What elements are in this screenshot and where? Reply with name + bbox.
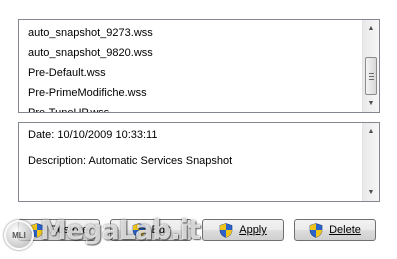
snapshot-list-items: auto_snapshot_9273.wss auto_snapshot_982…: [19, 20, 362, 112]
snapshot-date: Date: 10/10/2009 10:33:11: [28, 129, 158, 141]
apply-button-label: Apply: [239, 224, 267, 236]
edit-button-label: Edit: [151, 224, 171, 236]
snapshot-list[interactable]: auto_snapshot_9273.wss auto_snapshot_982…: [18, 19, 380, 113]
thumb-grip-line: [369, 79, 374, 80]
snapshot-description: Description: Automatic Services Snapshot: [28, 155, 233, 167]
details-vertical-scrollbar[interactable]: ▲ ▼: [362, 123, 379, 201]
restore-button-label: Restore: [49, 224, 89, 236]
thumb-grip-line: [369, 73, 374, 74]
edit-button[interactable]: Edit: [110, 219, 192, 241]
restore-button[interactable]: Restore: [18, 219, 100, 241]
snapshot-details[interactable]: Date: 10/10/2009 10:33:11 Description: A…: [18, 122, 380, 202]
list-vertical-scrollbar[interactable]: ▲ ▼: [362, 20, 379, 112]
scroll-up-arrow-icon[interactable]: ▲: [363, 123, 379, 140]
list-item[interactable]: Pre-TuneUP.wss: [19, 103, 362, 112]
uac-shield-icon: [309, 222, 323, 238]
list-item[interactable]: auto_snapshot_9273.wss: [19, 23, 362, 43]
delete-button[interactable]: Delete: [294, 219, 376, 241]
uac-shield-icon: [219, 222, 233, 238]
apply-button[interactable]: Apply: [202, 219, 284, 241]
scroll-down-arrow-icon[interactable]: ▼: [363, 95, 379, 112]
uac-shield-icon: [30, 222, 44, 238]
list-item[interactable]: Pre-Default.wss: [19, 63, 362, 83]
scroll-up-arrow-icon[interactable]: ▲: [363, 20, 379, 37]
details-text: Date: 10/10/2009 10:33:11 Description: A…: [28, 129, 359, 167]
uac-shield-icon: [132, 222, 145, 238]
thumb-grip-line: [369, 76, 374, 77]
delete-button-label: Delete: [329, 224, 361, 236]
list-item[interactable]: Pre-PrimeModifiche.wss: [19, 83, 362, 103]
list-item[interactable]: auto_snapshot_9820.wss: [19, 43, 362, 63]
scroll-down-arrow-icon[interactable]: ▼: [363, 184, 379, 201]
scrollbar-thumb[interactable]: [365, 57, 377, 95]
